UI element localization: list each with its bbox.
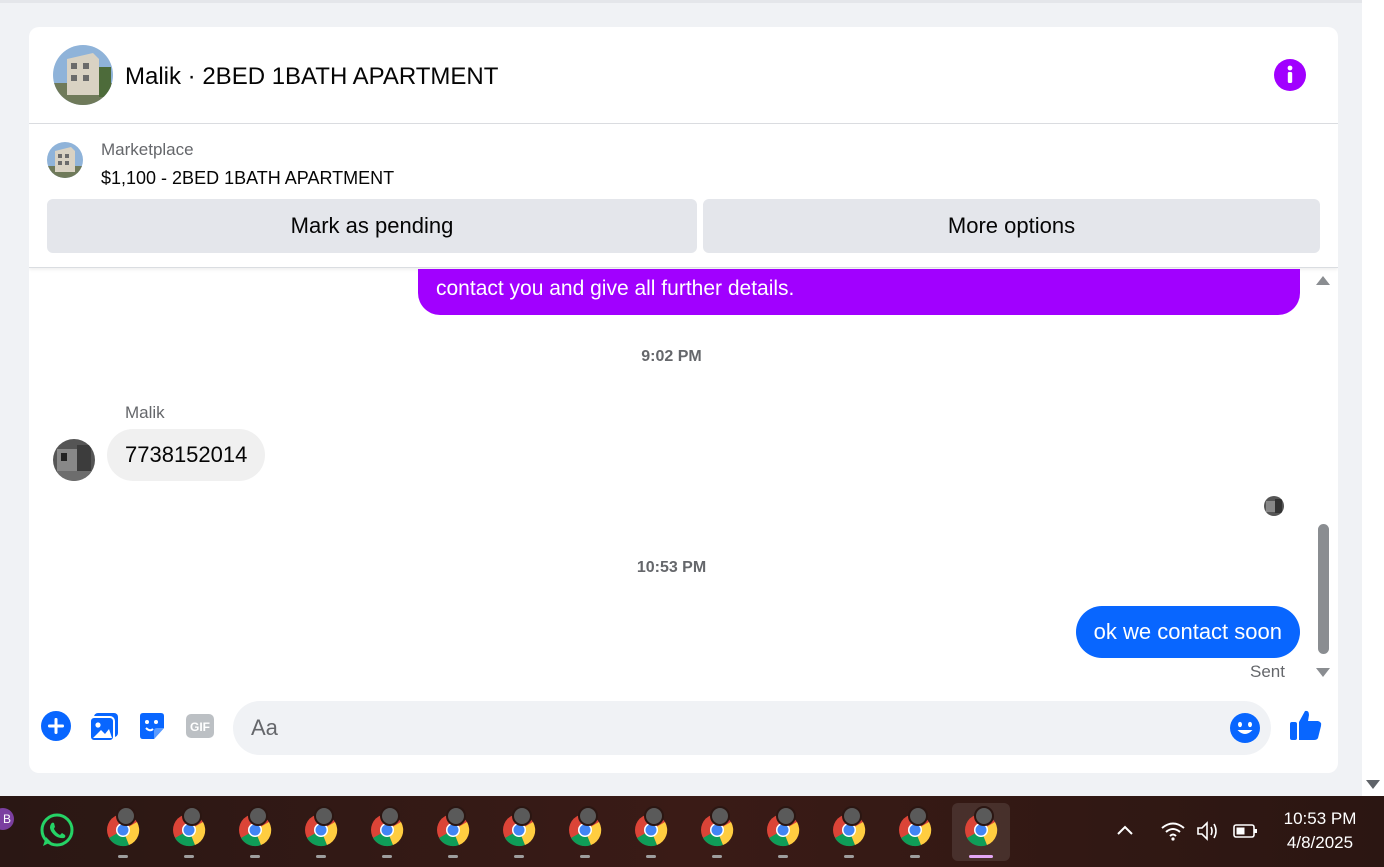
running-indicator: [969, 855, 993, 858]
message-status: Sent: [1250, 662, 1285, 681]
battery-icon[interactable]: [1233, 820, 1259, 847]
info-icon[interactable]: [1274, 59, 1306, 91]
chat-panel: Malik · 2BED 1BATH APARTMENT Marketplace…: [29, 27, 1338, 773]
thread-scrollbar-thumb[interactable]: [1318, 524, 1329, 654]
volume-icon[interactable]: [1196, 820, 1222, 847]
chrome-icon[interactable]: [886, 803, 944, 861]
listing-source-label: Marketplace: [101, 140, 194, 159]
running-indicator: [514, 855, 524, 858]
running-indicator: [580, 855, 590, 858]
system-clock[interactable]: 10:53 PM 4/8/2025: [1270, 807, 1370, 855]
thread-scroll-up-arrow[interactable]: [1316, 276, 1330, 285]
gif-label: GIF: [190, 720, 210, 734]
running-indicator: [778, 855, 788, 858]
profile-badge-icon: [380, 806, 400, 826]
profile-badge-icon: [908, 806, 928, 826]
like-thumbs-up-icon[interactable]: [1288, 708, 1324, 744]
profile-badge-icon: [710, 806, 730, 826]
profile-badge-icon: [578, 806, 598, 826]
gif-icon[interactable]: GIF: [184, 710, 216, 742]
chrome-icon[interactable]: [424, 803, 482, 861]
running-indicator: [184, 855, 194, 858]
chrome-icon[interactable]: [94, 803, 152, 861]
chrome-icon[interactable]: [688, 803, 746, 861]
plus-icon[interactable]: [40, 710, 72, 742]
outgoing-message-text: contact you and give all further details…: [436, 277, 795, 300]
profile-badge[interactable]: B: [0, 808, 14, 830]
message-input[interactable]: [251, 701, 1211, 755]
seen-receipt-avatar: [1264, 496, 1284, 516]
marketplace-listing-bar: Marketplace $1,100 - 2BED 1BATH APARTMEN…: [29, 124, 1338, 268]
listing-thumbnail[interactable]: [47, 142, 83, 178]
profile-badge-icon: [182, 806, 202, 826]
conversation-title: Malik · 2BED 1BATH APARTMENT: [125, 63, 499, 90]
sticker-icon[interactable]: [136, 710, 168, 742]
chrome-icon[interactable]: [292, 803, 350, 861]
photo-icon[interactable]: [88, 710, 120, 742]
chrome-icon[interactable]: [226, 803, 284, 861]
profile-badge-icon: [116, 806, 136, 826]
sender-avatar[interactable]: [53, 439, 95, 481]
running-indicator: [382, 855, 392, 858]
profile-badge-icon: [776, 806, 796, 826]
emoji-icon[interactable]: [1229, 712, 1261, 744]
whatsapp-icon[interactable]: [27, 803, 85, 861]
window-scrollbar-track[interactable]: [1362, 0, 1384, 796]
chat-header: Malik · 2BED 1BATH APARTMENT: [29, 27, 1338, 124]
message-timestamp: 10:53 PM: [636, 559, 707, 576]
profile-badge-icon: [248, 806, 268, 826]
thread-scroll-down-arrow[interactable]: [1316, 668, 1330, 677]
profile-badge-icon: [842, 806, 862, 826]
listing-price-title[interactable]: $1,100 - 2BED 1BATH APARTMENT: [101, 168, 394, 189]
message-composer: GIF: [29, 695, 1338, 761]
window-scroll-down-arrow[interactable]: [1366, 780, 1380, 789]
chrome-icon[interactable]: [952, 803, 1010, 861]
running-indicator: [250, 855, 260, 858]
chrome-icon[interactable]: [556, 803, 614, 861]
incoming-message-bubble[interactable]: 7738152014: [107, 429, 266, 481]
chrome-icon[interactable]: [490, 803, 548, 861]
chrome-icon[interactable]: [820, 803, 878, 861]
listing-avatar[interactable]: [53, 45, 113, 105]
profile-badge-icon: [446, 806, 466, 826]
taskbar: B 10:53 PM 4/8/2025: [0, 796, 1384, 867]
clock-time: 10:53 PM: [1283, 809, 1357, 828]
running-indicator: [118, 855, 128, 858]
chrome-icon[interactable]: [622, 803, 680, 861]
running-indicator: [448, 855, 458, 858]
more-options-button[interactable]: More options: [703, 199, 1320, 253]
mark-as-pending-button[interactable]: Mark as pending: [47, 199, 697, 253]
chrome-icon[interactable]: [358, 803, 416, 861]
profile-badge-icon: [314, 806, 334, 826]
running-indicator: [712, 855, 722, 858]
running-indicator: [910, 855, 920, 858]
clock-date: 4/8/2025: [1286, 833, 1354, 852]
profile-badge-icon: [974, 806, 994, 826]
wifi-icon[interactable]: [1160, 820, 1186, 847]
running-indicator: [844, 855, 854, 858]
running-indicator: [646, 855, 656, 858]
outgoing-message-bubble: contact you and give all further details…: [418, 269, 1300, 315]
profile-badge-icon: [512, 806, 532, 826]
chevron-up-icon[interactable]: [1115, 820, 1135, 845]
sender-name: Malik: [125, 403, 165, 422]
chrome-icon[interactable]: [160, 803, 218, 861]
message-thread[interactable]: contact you and give all further details…: [29, 269, 1338, 689]
chrome-icon[interactable]: [754, 803, 812, 861]
profile-badge-icon: [644, 806, 664, 826]
message-input-wrapper: [233, 701, 1271, 755]
running-indicator: [316, 855, 326, 858]
message-timestamp: 9:02 PM: [641, 348, 702, 365]
outgoing-message-bubble[interactable]: ok we contact soon: [1075, 606, 1300, 658]
